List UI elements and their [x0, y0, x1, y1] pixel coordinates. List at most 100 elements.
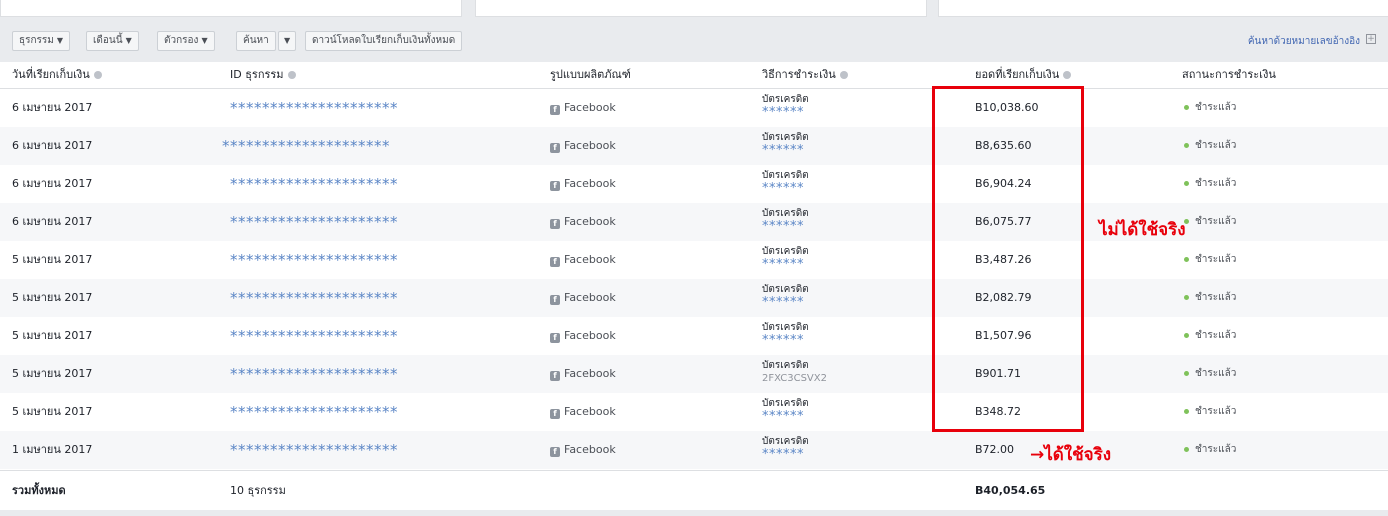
row-product-label: Facebook	[564, 177, 616, 190]
info-icon[interactable]	[1063, 71, 1072, 79]
row-product: f Facebook	[550, 241, 616, 279]
row-payment-method: บัตรเครดิต ******	[762, 93, 809, 119]
facebook-icon: f	[550, 257, 560, 267]
footer-total-amount: B40,054.65	[975, 484, 1046, 497]
column-header-amount[interactable]: ยอดที่เรียกเก็บเงิน	[975, 62, 1072, 88]
column-header-payment-method[interactable]: วิธีการชำระเงิน	[762, 62, 848, 88]
column-header-product[interactable]: รูปแบบผลิตภัณฑ์	[550, 62, 631, 88]
row-product: f Facebook	[550, 279, 616, 317]
row-payment-code: ******	[762, 219, 804, 234]
row-product: f Facebook	[550, 127, 616, 165]
row-date: 1 เมษายน 2017	[12, 443, 93, 456]
facebook-icon: f	[550, 447, 560, 457]
row-payment-method-label: บัตรเครดิต	[762, 94, 809, 105]
expand-icon[interactable]: +	[1366, 34, 1376, 44]
table-header: วันที่เรียกเก็บเงิน ID ธุรกรรม รูปแบบผลิ…	[0, 62, 1388, 89]
row-payment-method-label: บัตรเครดิต	[762, 360, 809, 371]
row-product-label: Facebook	[564, 101, 616, 114]
chevron-down-icon: ▼	[201, 36, 208, 45]
info-icon[interactable]	[287, 71, 296, 79]
table-row[interactable]: 5 เมษายน 2017 ********************* f Faceb…	[0, 279, 1388, 317]
paid-status-dot	[1184, 104, 1189, 110]
row-status-label: ชำระแล้ว	[1195, 140, 1237, 151]
row-date: 6 เมษายน 2017	[12, 177, 93, 190]
column-header-product-label: รูปแบบผลิตภัณฑ์	[550, 68, 631, 81]
row-payment-method-label: บัตรเครดิต	[762, 322, 809, 333]
row-transaction-id[interactable]: *********************	[230, 165, 398, 203]
facebook-icon: f	[550, 105, 560, 115]
row-product: f Facebook	[550, 393, 616, 431]
row-payment-code: ******	[762, 181, 804, 196]
column-header-amount-label: ยอดที่เรียกเก็บเงิน	[975, 68, 1060, 81]
row-transaction-id[interactable]: *********************	[230, 431, 398, 469]
column-header-id[interactable]: ID ธุรกรรม	[230, 62, 296, 88]
summary-card-1	[0, 0, 462, 17]
row-payment-code: ******	[762, 105, 804, 120]
row-product-label: Facebook	[564, 443, 616, 456]
row-transaction-id[interactable]: *********************	[230, 279, 398, 317]
row-transaction-id[interactable]: *********************	[230, 317, 398, 355]
row-date: 6 เมษายน 2017	[12, 139, 93, 152]
facebook-icon: f	[550, 219, 560, 229]
row-transaction-id[interactable]: *********************	[222, 127, 390, 165]
search-by-reference-link[interactable]: ค้นหาด้วยหมายเลขอ้างอิง	[1248, 34, 1360, 49]
paid-status-dot	[1184, 408, 1189, 414]
paid-status-dot	[1184, 446, 1189, 452]
chevron-down-icon: ▼	[125, 36, 132, 45]
facebook-icon: f	[550, 409, 560, 419]
table-row[interactable]: 5 เมษายน 2017 ********************* f Faceb…	[0, 355, 1388, 393]
table-row[interactable]: 1 เมษายน 2017 ********************* f Faceb…	[0, 431, 1388, 469]
column-header-date[interactable]: วันที่เรียกเก็บเงิน	[12, 62, 102, 88]
table-row[interactable]: 5 เมษายน 2017 ********************* f Faceb…	[0, 241, 1388, 279]
table-row[interactable]: 5 เมษายน 2017 ********************* f Faceb…	[0, 317, 1388, 355]
paid-status-dot	[1184, 142, 1189, 148]
row-transaction-id[interactable]: *********************	[230, 393, 398, 431]
transactions-table: วันที่เรียกเก็บเงิน ID ธุรกรรม รูปแบบผลิ…	[0, 62, 1388, 510]
row-status: ชำระแล้ว	[1184, 393, 1236, 431]
row-payment-code: ******	[762, 333, 804, 348]
row-status-label: ชำระแล้ว	[1195, 406, 1237, 417]
download-all-invoices-button[interactable]: ดาวน์โหลดใบเรียกเก็บเงินทั้งหมด	[305, 31, 463, 51]
toolbar: ธุรกรรม ▼ เดือนนี้ ▼ ตัวกรอง ▼ ค้นหา ▼ ดาวน…	[0, 26, 1388, 56]
row-transaction-id[interactable]: *********************	[230, 355, 398, 393]
transactions-dropdown[interactable]: ธุรกรรม ▼	[12, 31, 71, 51]
table-row[interactable]: 6 เมษายน 2017 ********************* f Faceb…	[0, 127, 1388, 165]
row-transaction-id[interactable]: *********************	[230, 203, 398, 241]
row-payment-code: 2FXC3CSVX2	[762, 373, 827, 384]
row-status-label: ชำระแล้ว	[1195, 178, 1237, 189]
info-icon[interactable]	[93, 71, 102, 79]
row-payment-method: บัตรเครดิต ******	[762, 321, 809, 347]
row-status-label: ชำระแล้ว	[1195, 444, 1237, 455]
table-row[interactable]: 6 เมษายน 2017 ********************* f Faceb…	[0, 165, 1388, 203]
column-header-status[interactable]: สถานะการชำระเงิน	[1182, 62, 1276, 88]
month-dropdown[interactable]: เดือนนี้ ▼	[86, 31, 139, 51]
row-payment-code: ******	[762, 143, 804, 158]
row-payment-method: บัตรเครดิต ******	[762, 207, 809, 233]
row-product-label: Facebook	[564, 405, 616, 418]
row-product-label: Facebook	[564, 215, 616, 228]
row-status-label: ชำระแล้ว	[1195, 292, 1237, 303]
annotation-highlight-box	[932, 86, 1084, 432]
row-transaction-id[interactable]: *********************	[230, 241, 398, 279]
row-payment-method: บัตรเครดิต ******	[762, 169, 809, 195]
filter-dropdown[interactable]: ตัวกรอง ▼	[157, 31, 215, 51]
summary-card-2	[475, 0, 927, 17]
row-status: ชำระแล้ว	[1184, 355, 1236, 393]
summary-card-3	[938, 0, 1388, 17]
table-row[interactable]: 6 เมษายน 2017 ********************* f Faceb…	[0, 89, 1388, 127]
filter-dropdown-label: ตัวกรอง	[164, 35, 199, 46]
chevron-down-icon: ▼	[56, 36, 64, 45]
row-status: ชำระแล้ว	[1184, 203, 1236, 241]
row-transaction-id[interactable]: *********************	[230, 89, 398, 127]
table-footer: รวมทั้งหมด 10 ธุรกรรม B40,054.65	[0, 470, 1388, 510]
footer-transaction-count: 10 ธุรกรรม	[230, 484, 286, 497]
top-summary-cards	[0, 0, 1388, 18]
search-options-dropdown[interactable]: ▼	[278, 31, 297, 51]
search-button-label: ค้นหา	[243, 35, 269, 46]
row-status-label: ชำระแล้ว	[1195, 330, 1237, 341]
row-product: f Facebook	[550, 165, 616, 203]
info-icon[interactable]	[839, 71, 848, 79]
table-row[interactable]: 5 เมษายน 2017 ********************* f Faceb…	[0, 393, 1388, 431]
row-date: 5 เมษายน 2017	[12, 367, 93, 380]
search-button[interactable]: ค้นหา	[236, 31, 276, 51]
